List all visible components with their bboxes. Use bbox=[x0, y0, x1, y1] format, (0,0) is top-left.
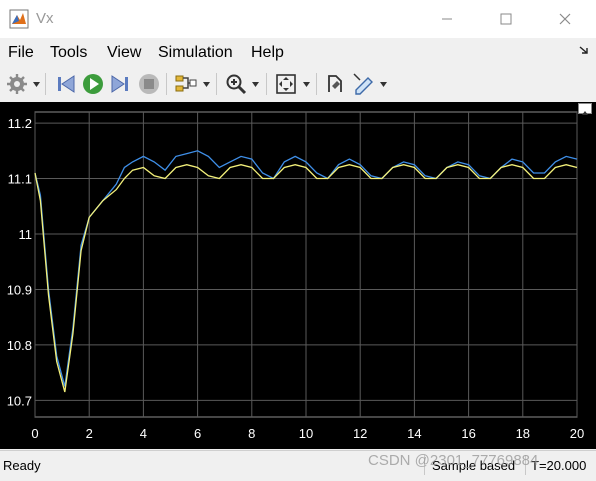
toolbar-separator bbox=[316, 73, 317, 95]
x-tick-label: 20 bbox=[570, 426, 584, 441]
x-tick-label: 6 bbox=[194, 426, 201, 441]
undock-icon bbox=[582, 111, 588, 115]
toolbar-separator bbox=[266, 73, 267, 95]
undock-button[interactable] bbox=[578, 103, 592, 115]
toolbar-separator bbox=[45, 73, 46, 95]
menu-tools[interactable]: Tools bbox=[50, 44, 87, 62]
menu-view[interactable]: View bbox=[107, 44, 141, 62]
y-tick-label: 10.8 bbox=[7, 338, 32, 353]
zoom-dropdown-icon[interactable] bbox=[252, 82, 259, 87]
x-tick-label: 4 bbox=[140, 426, 147, 441]
settings-dropdown-icon[interactable] bbox=[33, 82, 40, 87]
highlight-dropdown-icon[interactable] bbox=[380, 82, 387, 87]
x-tick-label: 2 bbox=[86, 426, 93, 441]
x-tick-label: 0 bbox=[31, 426, 38, 441]
y-tick-label: 10.9 bbox=[7, 282, 32, 297]
watermark: CSDN @2301_77769884 bbox=[368, 452, 539, 469]
x-tick-label: 10 bbox=[299, 426, 313, 441]
fit-dropdown-icon[interactable] bbox=[303, 82, 310, 87]
toolbar-separator bbox=[166, 73, 167, 95]
zoom-in-icon[interactable] bbox=[224, 72, 248, 96]
maximize-button[interactable] bbox=[483, 0, 529, 38]
x-tick-label: 14 bbox=[407, 426, 421, 441]
style-icon[interactable] bbox=[323, 72, 347, 96]
menu-file[interactable]: File bbox=[8, 44, 34, 62]
x-tick-label: 16 bbox=[461, 426, 475, 441]
fit-to-view-icon[interactable] bbox=[274, 72, 298, 96]
x-tick-label: 8 bbox=[248, 426, 255, 441]
title-bar: Vx bbox=[0, 0, 596, 38]
run-icon[interactable] bbox=[81, 72, 105, 96]
close-button[interactable] bbox=[542, 0, 588, 38]
highlight-icon[interactable] bbox=[352, 72, 376, 96]
scope-plot[interactable]: 0 2 4 6 8 10 12 14 16 18 20 10.7 10.8 10.9 11 11.1 11.2 bbox=[0, 102, 596, 449]
menu-simulation[interactable]: Simulation bbox=[158, 44, 233, 62]
window-title: Vx bbox=[36, 10, 54, 27]
dock-arrow-icon[interactable] bbox=[578, 44, 590, 56]
toolbar-separator bbox=[216, 73, 217, 95]
toolbar bbox=[0, 67, 596, 101]
minimize-button[interactable] bbox=[424, 0, 470, 38]
menu-help[interactable]: Help bbox=[251, 44, 284, 62]
y-tick-label: 11.2 bbox=[8, 116, 32, 131]
status-ready: Ready bbox=[3, 458, 41, 473]
settings-icon[interactable] bbox=[5, 72, 29, 96]
stop-icon[interactable] bbox=[137, 72, 161, 96]
scope-figure: 0 2 4 6 8 10 12 14 16 18 20 10.7 10.8 10.9 11 11.1 11.2 bbox=[0, 102, 596, 449]
y-tick-label: 11.1 bbox=[8, 172, 32, 187]
signal-select-icon[interactable] bbox=[174, 72, 198, 96]
menu-bar: File Tools View Simulation Help bbox=[0, 38, 596, 66]
step-back-icon[interactable] bbox=[54, 72, 78, 96]
y-tick-label: 11 bbox=[19, 227, 33, 242]
status-time: T=20.000 bbox=[531, 458, 587, 473]
x-tick-label: 18 bbox=[516, 426, 530, 441]
y-tick-label: 10.7 bbox=[7, 393, 32, 408]
x-tick-label: 12 bbox=[353, 426, 367, 441]
signal-select-dropdown-icon[interactable] bbox=[203, 82, 210, 87]
matlab-logo-icon bbox=[9, 9, 29, 29]
step-forward-icon[interactable] bbox=[108, 72, 132, 96]
